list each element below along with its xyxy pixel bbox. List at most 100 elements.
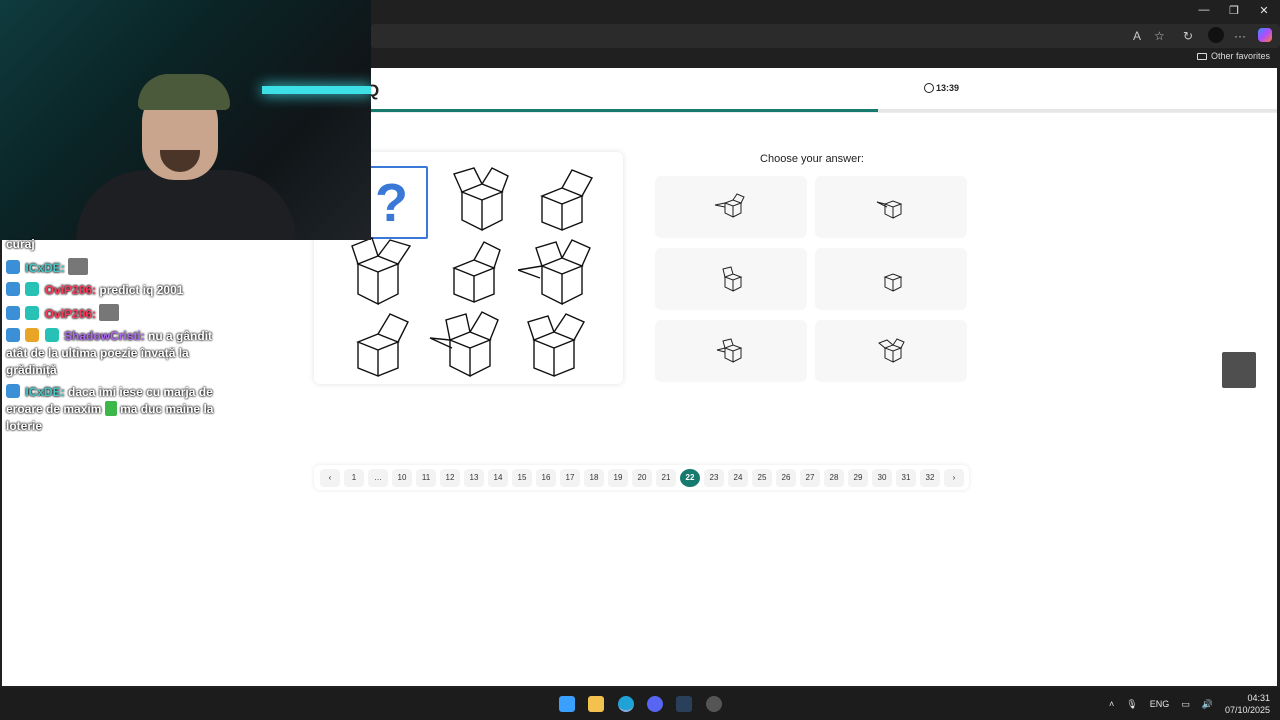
- page-12-button[interactable]: 12: [440, 468, 460, 487]
- language-indicator[interactable]: ENG: [1150, 699, 1170, 709]
- page-22-button[interactable]: 22: [680, 468, 700, 487]
- volume-icon[interactable]: 🔊: [1202, 699, 1213, 710]
- file-explorer-icon[interactable]: [588, 696, 604, 712]
- emote-icon: [104, 401, 117, 416]
- pagination-ellipsis: …: [368, 468, 388, 487]
- page-24-button[interactable]: 24: [728, 468, 748, 487]
- page-32-button[interactable]: 32: [920, 468, 940, 487]
- restore-icon[interactable]: ❐: [1224, 4, 1244, 17]
- microphone-icon[interactable]: 🎙: [1126, 699, 1137, 710]
- page-14-button[interactable]: 14: [488, 468, 508, 487]
- chat-message: ShadowCristi: nu a gândit atât de la ult…: [6, 328, 236, 379]
- badge-icon: [6, 282, 20, 296]
- discord-icon[interactable]: [647, 696, 663, 712]
- app-icon[interactable]: [706, 696, 722, 712]
- choose-answer-label: Choose your answer:: [760, 153, 864, 165]
- page-25-button[interactable]: 25: [752, 468, 772, 487]
- answer-option-2[interactable]: [815, 176, 967, 238]
- streamer-cap: [138, 74, 230, 110]
- viewer-avatar: [1222, 352, 1256, 388]
- page-26-button[interactable]: 26: [776, 468, 796, 487]
- page-18-button[interactable]: 18: [584, 468, 604, 487]
- page-17-button[interactable]: 17: [560, 468, 580, 487]
- crown-badge-icon: [25, 328, 40, 342]
- badge-icon: [6, 384, 20, 398]
- clock-date: 07/10/2025: [1224, 705, 1270, 715]
- matrix-cell-open-box: [540, 169, 593, 232]
- badge-icon: [25, 306, 40, 320]
- answer-option-6[interactable]: [815, 320, 967, 382]
- page-10-button[interactable]: 10: [392, 468, 412, 487]
- progress-bar: [371, 109, 1277, 112]
- refresh-icon[interactable]: ↻: [1183, 29, 1193, 43]
- led-strip: [262, 86, 371, 94]
- matrix-cell-open-box: [518, 239, 591, 306]
- chat-username: ICxDE:: [25, 261, 65, 275]
- chat-message: ICxDE: daca imi iese cu marja de eroare …: [6, 384, 236, 435]
- emote-icon: [68, 258, 89, 275]
- copilot-icon[interactable]: [1258, 28, 1272, 42]
- prev-page-button[interactable]: ‹: [320, 468, 340, 487]
- progress-fill: [371, 109, 879, 112]
- close-icon[interactable]: ✕: [1254, 4, 1274, 17]
- page-16-button[interactable]: 16: [536, 468, 556, 487]
- page-27-button[interactable]: 27: [800, 468, 820, 487]
- page-31-button[interactable]: 31: [896, 468, 916, 487]
- answer-option-4[interactable]: [815, 248, 967, 310]
- page-21-button[interactable]: 21: [656, 468, 676, 487]
- webcam-overlay: [0, 0, 371, 240]
- matrix-cell-open-box: [527, 313, 585, 378]
- timer-value: 13:39: [936, 83, 960, 93]
- answer-option-3[interactable]: [655, 248, 807, 310]
- page-29-button[interactable]: 29: [848, 468, 868, 487]
- matrix-cell-open-box: [453, 167, 509, 232]
- chat-message: ICxDE:: [6, 258, 236, 277]
- chat-username: OviP206:: [44, 307, 97, 321]
- chat-message: OviP206:: [6, 304, 236, 323]
- matrix-cell-open-box: [356, 313, 409, 378]
- chevron-up-icon[interactable]: ˄: [1109, 699, 1114, 709]
- chat-username: ICxDE:: [25, 385, 65, 399]
- windows-taskbar: [0, 688, 1280, 720]
- badge-icon: [6, 328, 20, 342]
- favorite-star-icon[interactable]: ☆: [1154, 29, 1165, 43]
- page-15-button[interactable]: 15: [512, 468, 532, 487]
- page-20-button[interactable]: 20: [632, 468, 652, 487]
- clock[interactable]: 04:31 07/10/2025: [1225, 692, 1270, 716]
- badge-icon: [25, 282, 40, 296]
- page-23-button[interactable]: 23: [704, 468, 724, 487]
- edge-icon[interactable]: [618, 696, 634, 712]
- start-icon[interactable]: [559, 696, 575, 712]
- answer-option-1[interactable]: [655, 176, 807, 238]
- next-page-button[interactable]: ›: [944, 468, 964, 487]
- page-13-button[interactable]: 13: [464, 468, 484, 487]
- chat-message: OviP206: predict iq 2001: [6, 282, 236, 299]
- matrix-cell-open-box: [452, 241, 501, 304]
- page-30-button[interactable]: 30: [872, 468, 892, 487]
- page-11-button[interactable]: 11: [416, 468, 436, 487]
- other-favorites[interactable]: Other favorites: [1196, 51, 1270, 61]
- minimize-icon[interactable]: —: [1194, 4, 1214, 16]
- stopwatch-icon: [924, 83, 934, 93]
- folder-icon: [1196, 52, 1207, 60]
- page-19-button[interactable]: 19: [608, 468, 628, 487]
- badge-icon: [6, 260, 20, 274]
- question-mark: ?: [375, 173, 408, 233]
- page-28-button[interactable]: 28: [824, 468, 844, 487]
- profile-avatar[interactable]: [1208, 27, 1224, 43]
- chat-username: ShadowCristi:: [64, 329, 145, 343]
- other-favorites-label: Other favorites: [1210, 51, 1270, 61]
- missing-cell: ?: [369, 166, 428, 239]
- steam-icon[interactable]: [676, 696, 692, 712]
- timer: 13:39: [924, 83, 959, 93]
- page-1-button[interactable]: 1: [344, 468, 364, 487]
- network-icon[interactable]: ▭: [1181, 699, 1190, 710]
- answer-option-5[interactable]: [655, 320, 807, 382]
- chat-text: predict iq 2001: [99, 283, 184, 297]
- read-aloud-icon[interactable]: A: [1133, 29, 1141, 43]
- matrix-cell-open-box: [429, 311, 499, 378]
- matrix-cell-open-box: [351, 237, 412, 306]
- question-pagination: ‹ 1… 10 11 12 13 14 15 16 17 18 19 20 21 22 23 24 25 26 27…: [314, 465, 969, 490]
- more-icon[interactable]: ···: [1234, 29, 1246, 43]
- address-bar[interactable]: [371, 24, 1280, 48]
